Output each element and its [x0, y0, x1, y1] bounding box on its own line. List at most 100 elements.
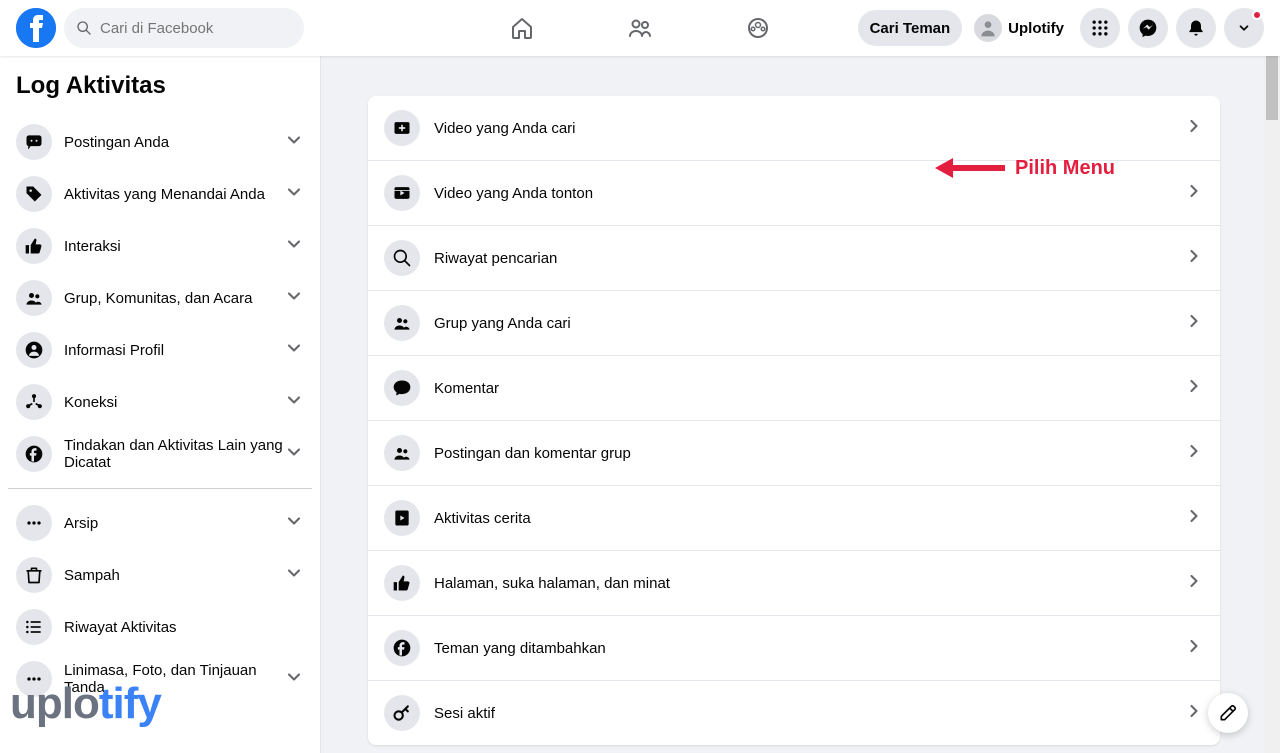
chevron-down-icon [284, 563, 304, 588]
sidebar-divider [8, 488, 312, 489]
group-icon [384, 435, 420, 471]
chevron-right-icon [1184, 636, 1204, 661]
chevron-down-icon [284, 286, 304, 311]
sidebar-item-label: Linimasa, Foto, dan Tinjauan Tanda [64, 662, 284, 696]
sidebar-item-label: Sampah [64, 567, 284, 584]
chevron-right-icon [1184, 571, 1204, 596]
chevron-right-icon [1184, 376, 1204, 401]
sidebar-title: Log Aktivitas [8, 72, 312, 116]
list-row[interactable]: Teman yang ditambahkan [368, 616, 1220, 681]
chevron-down-icon [284, 511, 304, 536]
sidebar-item-label: Riwayat Aktivitas [64, 619, 304, 636]
profile-chip[interactable]: Uplotify [970, 10, 1072, 46]
list-row-label: Teman yang ditambahkan [434, 640, 1184, 657]
bell-icon [1186, 18, 1206, 38]
search-box[interactable] [64, 8, 304, 48]
list-row[interactable]: Riwayat pencarian [368, 226, 1220, 291]
list-row-label: Komentar [434, 380, 1184, 397]
chevron-down-icon [284, 130, 304, 155]
list-row[interactable]: Postingan dan komentar grup [368, 421, 1220, 486]
home-icon [510, 16, 534, 40]
activity-list: Video yang Anda cari Video yang Anda ton… [368, 96, 1220, 745]
sidebar-item[interactable]: Linimasa, Foto, dan Tinjauan Tanda [8, 653, 312, 705]
fb-icon [384, 630, 420, 666]
account-button[interactable] [1224, 8, 1264, 48]
groups-icon [746, 16, 770, 40]
list-row-label: Halaman, suka halaman, dan minat [434, 575, 1184, 592]
list-row[interactable]: Komentar [368, 356, 1220, 421]
sidebar-item-label: Grup, Komunitas, dan Acara [64, 290, 284, 307]
list-row[interactable]: Video yang Anda cari [368, 96, 1220, 161]
header: Cari Teman Uplotify [0, 0, 1280, 56]
scrollbar[interactable] [1264, 0, 1280, 753]
trash-icon [16, 557, 52, 593]
list-row[interactable]: Aktivitas cerita [368, 486, 1220, 551]
messenger-icon [1138, 18, 1158, 38]
main-content: Video yang Anda cari Video yang Anda ton… [320, 56, 1280, 753]
video-add-icon [384, 110, 420, 146]
tag-icon [16, 176, 52, 212]
chevron-right-icon [1184, 311, 1204, 336]
thumb-icon [384, 565, 420, 601]
messenger-button[interactable] [1128, 8, 1168, 48]
header-right: Cari Teman Uplotify [858, 8, 1264, 48]
sidebar-item[interactable]: Koneksi [8, 376, 312, 428]
sidebar: Log Aktivitas Postingan Anda Aktivitas y… [0, 56, 320, 753]
sidebar-item-label: Interaksi [64, 238, 284, 255]
comment-icon [16, 124, 52, 160]
list-row[interactable]: Halaman, suka halaman, dan minat [368, 551, 1220, 616]
sidebar-item-label: Postingan Anda [64, 134, 284, 151]
list-row[interactable]: Video yang Anda tonton [368, 161, 1220, 226]
sidebar-item-label: Aktivitas yang Menandai Anda [64, 186, 284, 203]
chevron-right-icon [1184, 246, 1204, 271]
chevron-right-icon [1184, 506, 1204, 531]
nav-friends[interactable] [585, 0, 695, 56]
compose-button[interactable] [1208, 693, 1248, 733]
facebook-logo[interactable] [16, 8, 56, 48]
compose-icon [1218, 703, 1238, 723]
search-icon [384, 240, 420, 276]
notifications-button[interactable] [1176, 8, 1216, 48]
list-row-label: Video yang Anda cari [434, 120, 1184, 137]
list-row-label: Video yang Anda tonton [434, 185, 1184, 202]
user-icon [16, 332, 52, 368]
sidebar-item-label: Tindakan dan Aktivitas Lain yang Dicatat [64, 437, 284, 471]
sidebar-item[interactable]: Sampah [8, 549, 312, 601]
sidebar-item[interactable]: Riwayat Aktivitas [8, 601, 312, 653]
list-row-label: Postingan dan komentar grup [434, 445, 1184, 462]
menu-button[interactable] [1080, 8, 1120, 48]
list-row[interactable]: Sesi aktif [368, 681, 1220, 745]
sidebar-item[interactable]: Arsip [8, 497, 312, 549]
list-row[interactable]: Grup yang Anda cari [368, 291, 1220, 356]
search-icon [76, 20, 92, 36]
key-icon [384, 695, 420, 731]
nav-home[interactable] [467, 0, 577, 56]
sidebar-item[interactable]: Aktivitas yang Menandai Anda [8, 168, 312, 220]
thumb-icon [16, 228, 52, 264]
fb-logo-icon [16, 8, 56, 48]
group-icon [384, 305, 420, 341]
list-row-label: Grup yang Anda cari [434, 315, 1184, 332]
menu-grid-icon [1090, 18, 1110, 38]
story-icon [384, 500, 420, 536]
chevron-down-icon [284, 234, 304, 259]
fb-icon [16, 436, 52, 472]
sidebar-item[interactable]: Postingan Anda [8, 116, 312, 168]
sidebar-item-label: Koneksi [64, 394, 284, 411]
group-icon [16, 280, 52, 316]
chevron-right-icon [1184, 441, 1204, 466]
chevron-right-icon [1184, 701, 1204, 726]
find-friends-button[interactable]: Cari Teman [858, 10, 963, 46]
chevron-down-icon [284, 667, 304, 692]
sidebar-item[interactable]: Informasi Profil [8, 324, 312, 376]
sidebar-item[interactable]: Interaksi [8, 220, 312, 272]
chevron-down-icon [284, 390, 304, 415]
video-play-icon [384, 175, 420, 211]
profile-name: Uplotify [1008, 20, 1064, 37]
search-input[interactable] [100, 20, 292, 37]
avatar-icon [978, 18, 998, 38]
sidebar-item[interactable]: Tindakan dan Aktivitas Lain yang Dicatat [8, 428, 312, 480]
sidebar-item[interactable]: Grup, Komunitas, dan Acara [8, 272, 312, 324]
chevron-right-icon [1184, 116, 1204, 141]
nav-groups[interactable] [703, 0, 813, 56]
